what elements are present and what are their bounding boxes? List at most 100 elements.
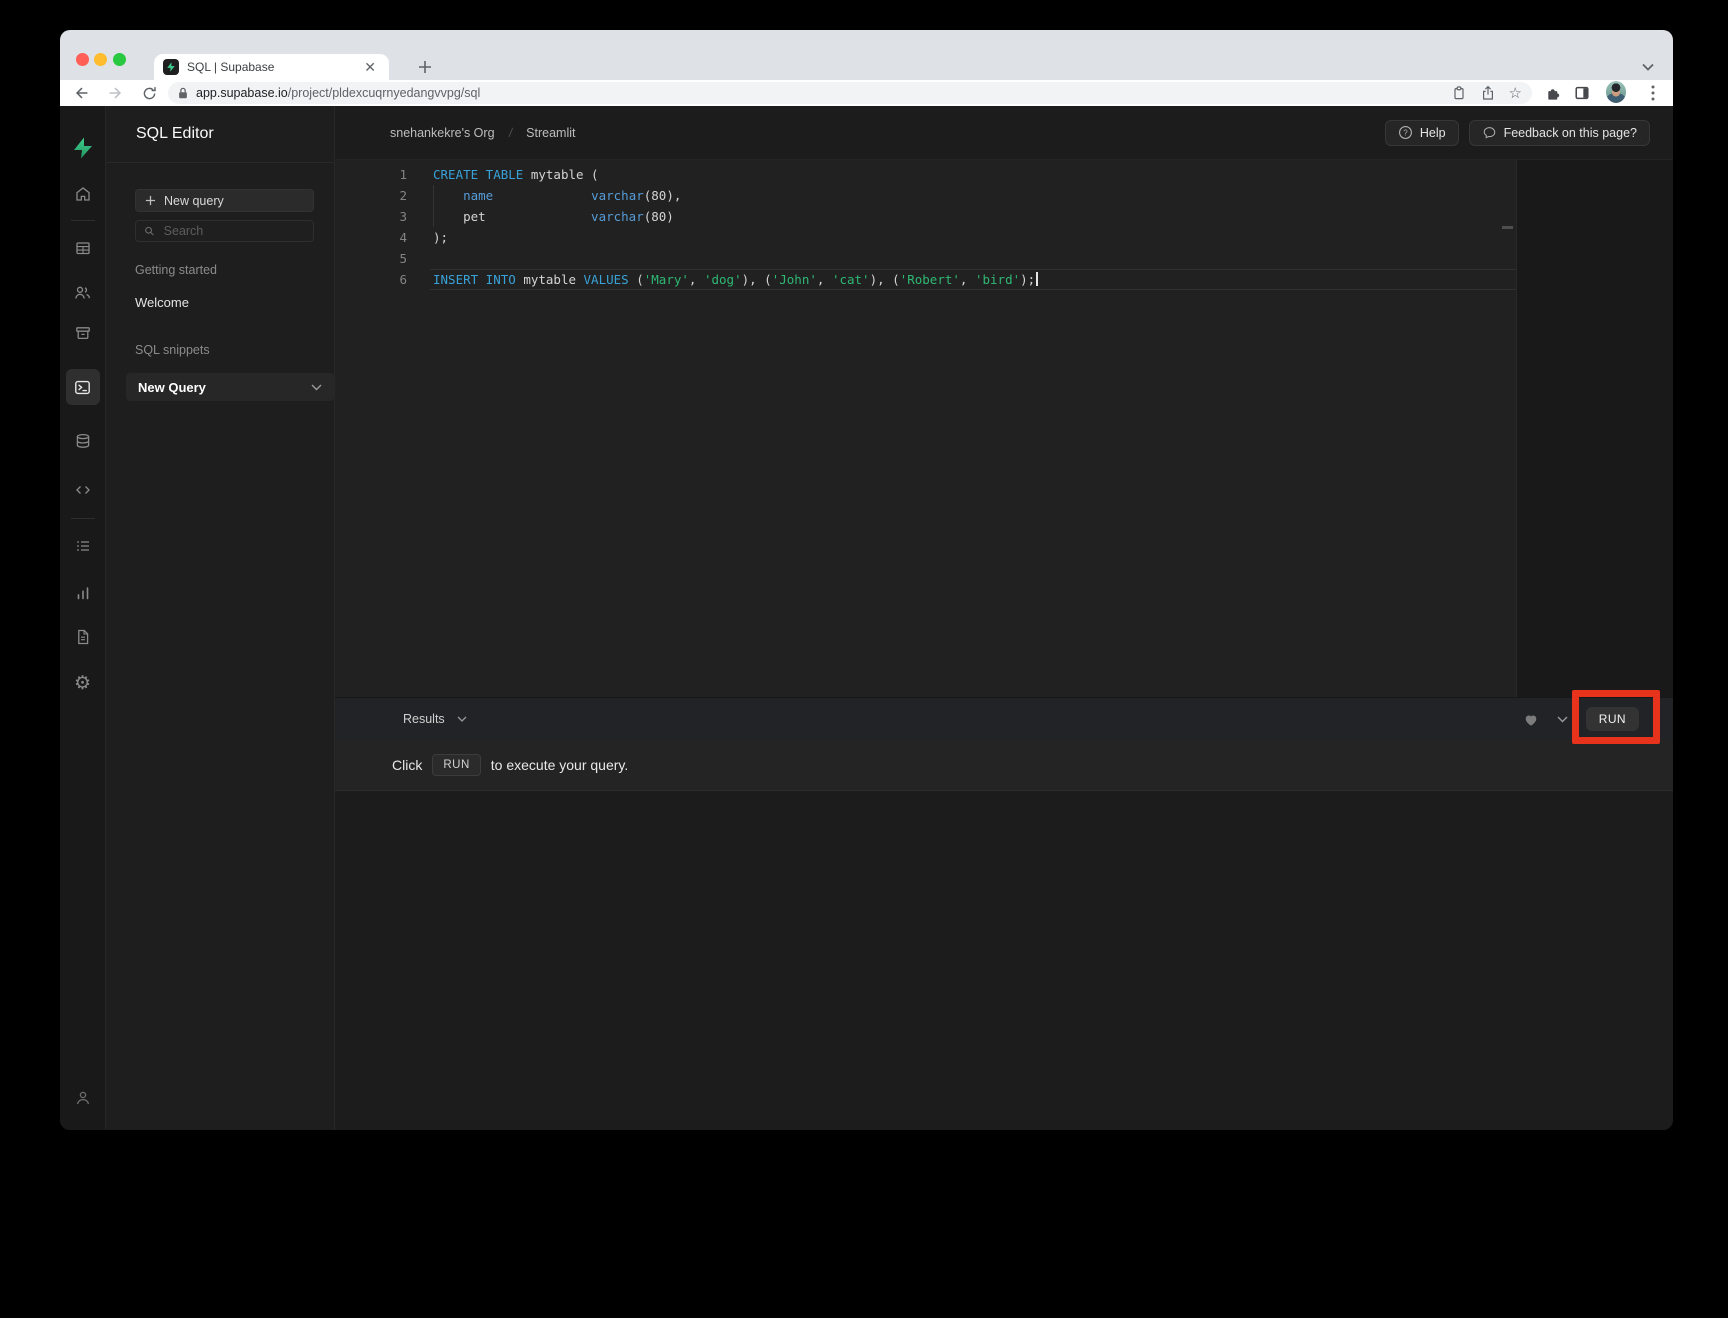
code-token [493,188,591,203]
supabase-logo[interactable] [67,132,99,164]
storage-icon[interactable] [67,317,99,349]
line-number: 1 [335,164,407,185]
code-token: name [463,188,493,203]
api-docs-icon[interactable] [67,474,99,506]
favorite-heart-icon[interactable] [1523,712,1539,727]
supabase-favicon [163,59,179,75]
panel-title: SQL Editor [136,125,214,143]
docs-icon[interactable] [67,621,99,653]
code-token: 'Mary' [644,272,689,287]
code-token: ); [433,230,448,245]
supabase-app: ⚙ SQL Editor New query Getting started [60,106,1673,1130]
new-query-button[interactable]: New query [135,189,314,212]
bookmark-star-icon[interactable]: ☆ [1509,86,1522,101]
logs-icon[interactable] [67,530,99,562]
code-text: name varchar(80), [433,185,681,206]
breadcrumb-separator: / [508,125,514,140]
back-icon[interactable] [72,83,92,103]
new-tab-button[interactable] [414,56,436,78]
run-kbd: RUN [432,754,480,776]
code-token: mytable ( [523,167,598,182]
code-line-6[interactable]: 6INSERT INTO mytable VALUES ('Mary', 'do… [335,269,1516,290]
code-token [433,188,463,203]
panel-header: SQL Editor [106,106,334,163]
url-text: app.supabase.io/project/pldexcuqrnyedang… [196,86,480,100]
section-label-sql-snippets: SQL snippets [135,343,314,358]
sql-code-editor[interactable]: 1CREATE TABLE mytable (2 name varchar(80… [335,160,1516,697]
feedback-button[interactable]: Feedback on this page? [1469,120,1650,146]
code-token: ), ( [742,272,772,287]
results-empty-area [335,791,1673,1130]
breadcrumb-org[interactable]: snehankekre's Org [390,126,495,140]
code-line-1[interactable]: 1 CREATE TABLE mytable ( [335,164,1516,185]
address-bar[interactable]: app.supabase.io/project/pldexcuqrnyedang… [168,82,1532,104]
reports-icon[interactable] [67,577,99,609]
search-input[interactable] [162,223,305,239]
code-token: VALUES [584,272,629,287]
forward-icon[interactable] [105,83,125,103]
account-icon[interactable] [67,1082,99,1114]
line-number: 4 [335,227,407,248]
share-icon[interactable] [1480,85,1496,101]
run-button[interactable]: RUN [1586,707,1639,731]
sidebar-item-new-query[interactable]: New Query [126,373,334,401]
plus-icon [145,195,156,206]
settings-gear-icon[interactable]: ⚙ [67,667,99,699]
code-line-4[interactable]: 4); [335,227,1516,248]
code-token: , [689,272,704,287]
browser-tab[interactable]: SQL | Supabase ✕ [154,54,389,80]
sidebar-item-welcome[interactable]: Welcome [135,294,314,311]
tab-close-icon[interactable]: ✕ [361,59,379,75]
message-prefix: Click [392,757,422,773]
clipboard-icon[interactable] [1451,85,1467,101]
results-tab[interactable]: Results [403,712,445,726]
code-line-3[interactable]: 3 pet varchar(80) [335,206,1516,227]
home-icon[interactable] [67,178,99,210]
main-content: snehankekre's Org / Streamlit ? Help Fee… [335,106,1673,1130]
scrollbar-marker[interactable] [1502,226,1513,229]
code-text: CREATE TABLE mytable ( [433,164,599,185]
code-token: CREATE TABLE [433,167,523,182]
code-token: , [817,272,832,287]
line-number: 6 [335,269,407,290]
code-token: ( [629,272,644,287]
code-line-5[interactable]: 5 [335,248,1516,269]
database-icon[interactable] [67,425,99,457]
profile-avatar[interactable] [1606,82,1626,102]
nav-rail: ⚙ [60,106,106,1130]
code-token: (80) [644,209,674,224]
code-token: ), ( [870,272,900,287]
browser-toolbar: app.supabase.io/project/pldexcuqrnyedang… [60,80,1673,106]
reload-icon[interactable] [139,83,159,103]
extensions-puzzle-icon[interactable] [1543,83,1563,103]
editor-edge-strip [1516,160,1673,697]
code-line-2[interactable]: 2 name varchar(80), [335,185,1516,206]
table-editor-icon[interactable] [67,232,99,264]
zoom-window-button[interactable] [113,53,126,66]
code-token: , [960,272,975,287]
side-panel-icon[interactable] [1572,83,1592,103]
results-chevron-icon[interactable] [457,716,467,723]
close-window-button[interactable] [76,53,89,66]
editor-region: 1CREATE TABLE mytable (2 name varchar(80… [335,160,1673,697]
text-cursor [1036,272,1038,286]
sql-editor-icon-selected[interactable] [66,369,100,405]
code-token: 'John' [772,272,817,287]
code-token: INSERT INTO [433,272,516,287]
results-message: Click RUN to execute your query. [335,740,1673,791]
search-box[interactable] [135,220,314,242]
minimize-window-button[interactable] [94,53,107,66]
rail-divider [71,518,95,519]
breadcrumb-project[interactable]: Streamlit [526,126,575,140]
code-text: pet varchar(80) [433,206,674,227]
browser-menu-icon[interactable] [1643,83,1663,103]
indent-guide [433,185,434,227]
auth-users-icon[interactable] [67,276,99,308]
tab-search-chevron-icon[interactable] [1638,57,1658,77]
help-button[interactable]: ? Help [1385,120,1459,146]
results-toolbar: Results RUN [335,697,1673,740]
run-options-chevron-icon[interactable] [1557,716,1568,723]
svg-text:?: ? [1403,128,1408,137]
sql-editor-panel: SQL Editor New query Getting started Wel… [106,106,335,1130]
code-token: ); [1020,272,1035,287]
